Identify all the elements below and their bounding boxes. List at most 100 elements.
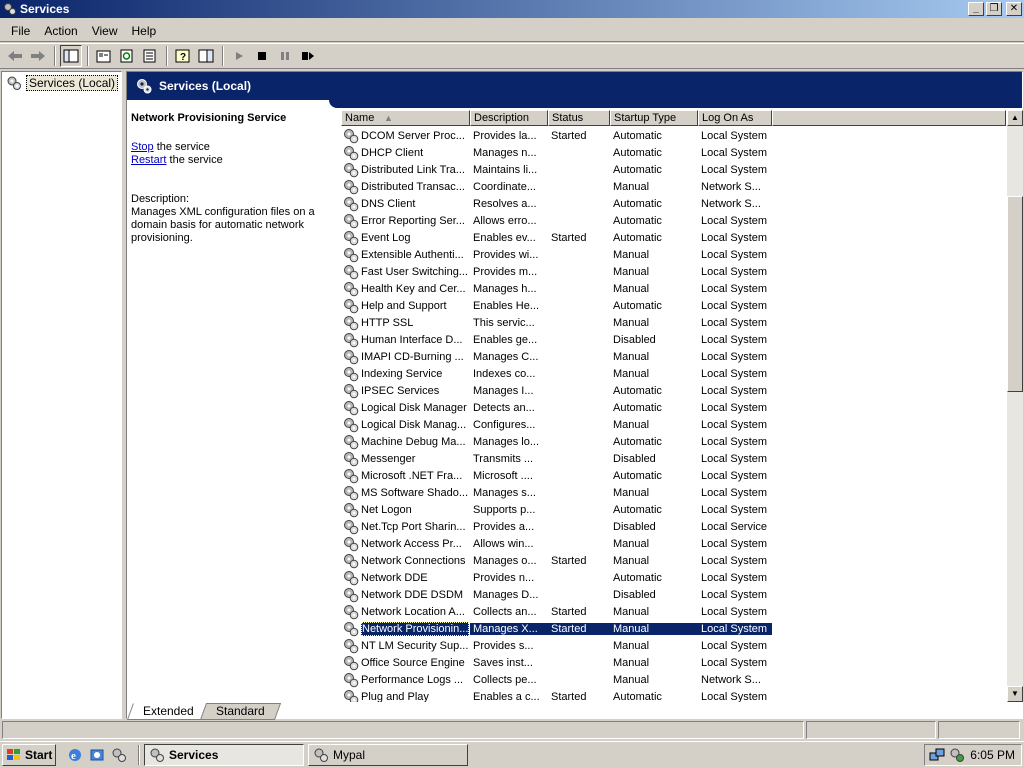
table-row[interactable]: Network Access Pr... Allows win... Manual L… <box>341 535 772 552</box>
help-icon: ? <box>175 49 190 63</box>
table-row[interactable]: Indexing Service Indexes co... Manual Local… <box>341 365 772 382</box>
column-header-name[interactable]: Name ▲ <box>341 110 470 126</box>
table-row[interactable]: DCOM Server Proc... Provides la... Started… <box>341 127 772 144</box>
menu-action[interactable]: Action <box>37 24 84 38</box>
table-row[interactable]: Network DDE DSDM Manages D... Disabled Loca… <box>341 586 772 603</box>
service-gear-icon <box>344 638 359 653</box>
service-gear-icon <box>344 145 359 160</box>
services-tray-icon[interactable] <box>949 747 965 763</box>
show-hide-action-pane-button[interactable] <box>195 45 217 67</box>
cell-name: Event Log <box>341 230 470 246</box>
table-row[interactable]: Logical Disk Manager Detects an... Automat… <box>341 399 772 416</box>
status-panel-main <box>2 721 804 739</box>
table-row[interactable]: Event Log Enables ev... Started Automatic Lo… <box>341 229 772 246</box>
stop-service-link[interactable]: Stop <box>131 141 154 153</box>
table-row[interactable]: Help and Support Enables He... Automatic Lo… <box>341 297 772 314</box>
table-row[interactable]: Network DDE Provides n... Automatic Local S… <box>341 569 772 586</box>
restart-service-link[interactable]: Restart <box>131 154 166 166</box>
table-row[interactable]: HTTP SSL This servic... Manual Local System <box>341 314 772 331</box>
close-button[interactable]: ✕ <box>1006 2 1022 16</box>
table-row[interactable]: Microsoft .NET Fra... Microsoft .... Autom… <box>341 467 772 484</box>
restore-button[interactable]: ❐ <box>986 2 1002 16</box>
cell-log-on-as: Local System <box>701 299 768 312</box>
table-row[interactable]: Fast User Switching... Provides m... Manua… <box>341 263 772 280</box>
toolbar-separator <box>87 46 89 66</box>
table-row[interactable]: Net Logon Supports p... Automatic Local Sys… <box>341 501 772 518</box>
table-row[interactable]: Network Provisionin... Manages X... Starte… <box>341 620 772 637</box>
title-bar[interactable]: Services _ ❐ ✕ <box>0 0 1024 18</box>
internet-explorer-icon[interactable]: e <box>66 746 84 764</box>
vertical-scrollbar[interactable]: ▲ ▼ <box>1007 110 1023 702</box>
service-gear-icon <box>344 213 359 228</box>
properties-button[interactable] <box>93 45 115 67</box>
tree-item-services-local[interactable]: Services (Local) <box>6 75 119 91</box>
column-header-startup-type[interactable]: Startup Type <box>610 110 698 126</box>
menu-view[interactable]: View <box>85 24 125 38</box>
pause-service-button[interactable] <box>274 45 296 67</box>
minimize-button[interactable]: _ <box>968 2 984 16</box>
start-label: Start <box>25 748 53 762</box>
table-row[interactable]: Network Connections Manages o... Started Ma… <box>341 552 772 569</box>
cell-description: Enables a c... <box>473 690 540 703</box>
table-row[interactable]: Distributed Transac... Coordinate... Manua… <box>341 178 772 195</box>
tab-extended[interactable]: Extended <box>126 703 210 720</box>
forward-button[interactable] <box>27 45 49 67</box>
scroll-thumb[interactable] <box>1007 196 1023 392</box>
table-row[interactable]: Distributed Link Tra... Maintains li... Au… <box>341 161 772 178</box>
table-row[interactable]: Health Key and Cer... Manages h... Manual L… <box>341 280 772 297</box>
task-mypal[interactable]: Mypal <box>308 744 468 766</box>
table-row[interactable]: Extensible Authenti... Provides wi... Manu… <box>341 246 772 263</box>
table-row[interactable]: Office Source Engine Saves inst... Manual L… <box>341 654 772 671</box>
network-icon[interactable] <box>929 747 945 763</box>
service-name-text: Machine Debug Ma... <box>361 435 466 448</box>
stop-service-button[interactable] <box>251 45 273 67</box>
table-row[interactable]: Logical Disk Manag... Configures... Manual… <box>341 416 772 433</box>
menu-file[interactable]: File <box>4 24 37 38</box>
table-row[interactable]: Network Location A... Collects an... Start… <box>341 603 772 620</box>
restart-service-button[interactable] <box>297 45 319 67</box>
back-button[interactable] <box>4 45 26 67</box>
column-header-log-on-as[interactable]: Log On As <box>698 110 772 126</box>
menu-help[interactable]: Help <box>125 24 164 38</box>
cell-name: DHCP Client <box>341 145 470 161</box>
cell-name: HTTP SSL <box>341 315 470 331</box>
table-row[interactable]: IMAPI CD-Burning ... Manages C... Manual Lo… <box>341 348 772 365</box>
start-button[interactable]: Start <box>2 744 56 766</box>
export-list-button[interactable] <box>139 45 161 67</box>
services-gear-icon <box>2 1 18 17</box>
header-decoration <box>329 100 1022 108</box>
table-row[interactable]: IPSEC Services Manages I... Automatic Local… <box>341 382 772 399</box>
scroll-down-button[interactable]: ▼ <box>1007 686 1023 702</box>
table-row[interactable]: Human Interface D... Enables ge... Disable… <box>341 331 772 348</box>
services-gear-icon <box>150 748 164 762</box>
cell-name: Distributed Transac... <box>341 179 470 195</box>
table-row[interactable]: Messenger Transmits ... Disabled Local Syst… <box>341 450 772 467</box>
cell-description: Provides n... <box>473 571 535 584</box>
table-row[interactable]: Machine Debug Ma... Manages lo... Automati… <box>341 433 772 450</box>
task-services[interactable]: Services <box>144 744 304 766</box>
scroll-up-button[interactable]: ▲ <box>1007 110 1023 126</box>
table-row[interactable]: Plug and Play Enables a c... Started Automa… <box>341 688 772 702</box>
table-row[interactable]: NT LM Security Sup... Provides s... Manual… <box>341 637 772 654</box>
refresh-button[interactable] <box>116 45 138 67</box>
start-service-button[interactable] <box>228 45 250 67</box>
table-row[interactable]: MS Software Shado... Manages s... Manual Lo… <box>341 484 772 501</box>
table-row[interactable]: DHCP Client Manages n... Automatic Local Sy… <box>341 144 772 161</box>
column-header-description[interactable]: Description <box>470 110 548 126</box>
table-row[interactable]: Error Reporting Ser... Allows erro... Auto… <box>341 212 772 229</box>
cell-name: DCOM Server Proc... <box>341 128 470 144</box>
tab-standard[interactable]: Standard <box>199 703 281 720</box>
services-list[interactable]: Name ▲ Description Status Startup Type L… <box>341 110 1021 702</box>
service-name-text: DCOM Server Proc... <box>361 129 465 142</box>
help-button[interactable]: ? <box>172 45 194 67</box>
clock[interactable]: 6:05 PM <box>970 748 1015 762</box>
service-gear-icon <box>344 434 359 449</box>
column-header-status[interactable]: Status <box>548 110 610 126</box>
table-row[interactable]: DNS Client Resolves a... Automatic Network … <box>341 195 772 212</box>
outlook-express-icon[interactable] <box>88 746 106 764</box>
show-hide-tree-button[interactable] <box>60 45 82 67</box>
table-row[interactable]: Net.Tcp Port Sharin... Provides a... Disab… <box>341 518 772 535</box>
cell-startup-type: Automatic <box>613 214 662 227</box>
services-shortcut-icon[interactable] <box>110 746 128 764</box>
table-row[interactable]: Performance Logs ... Collects pe... Manual… <box>341 671 772 688</box>
